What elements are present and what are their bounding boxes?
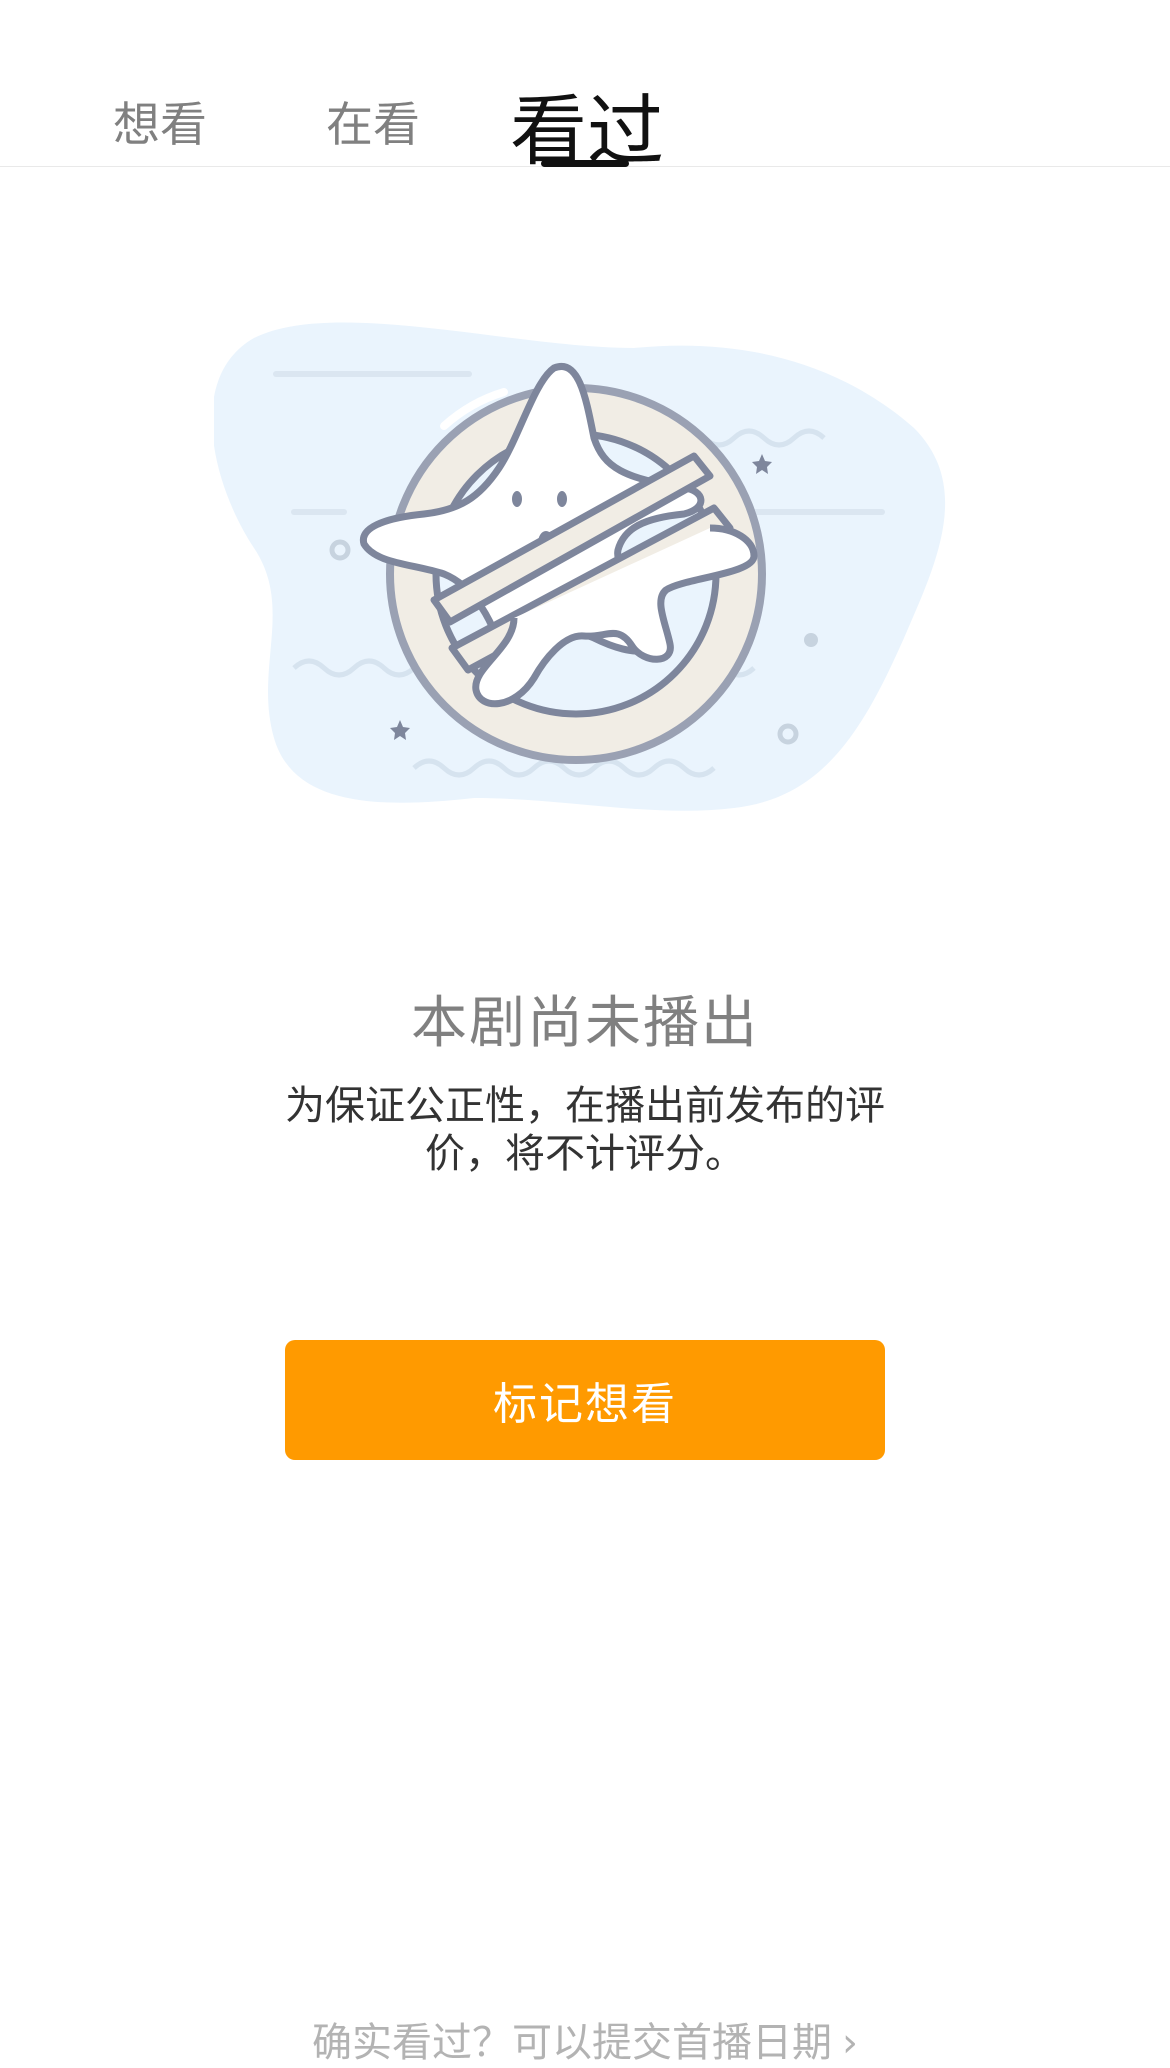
mark-want-to-watch-label: 标记想看 <box>493 1379 677 1430</box>
tab-watching[interactable]: 在看 <box>326 86 420 155</box>
submit-premiere-date-label: 确实看过？可以提交首播日期 <box>312 2020 832 2066</box>
empty-state-description: 为保证公正性，在播出前发布的评价，将不计评分。 <box>285 1083 885 1177</box>
active-tab-indicator <box>541 160 629 167</box>
tab-bar: 想看 在看 看过 <box>0 0 1170 177</box>
chevron-right-icon: › <box>842 2020 858 2066</box>
page: 想看 在看 看过 本剧尚未播出 为保证公正性，在播出前发布的评价，将不计评分。 … <box>0 0 1170 2068</box>
mark-want-to-watch-button[interactable]: 标记想看 <box>285 1340 885 1460</box>
submit-premiere-date-link[interactable]: 确实看过？可以提交首播日期 › <box>0 2010 1170 2068</box>
tab-want-to-watch[interactable]: 想看 <box>113 86 207 155</box>
empty-state-illustration <box>212 318 954 818</box>
empty-state-title: 本剧尚未播出 <box>411 991 759 1056</box>
